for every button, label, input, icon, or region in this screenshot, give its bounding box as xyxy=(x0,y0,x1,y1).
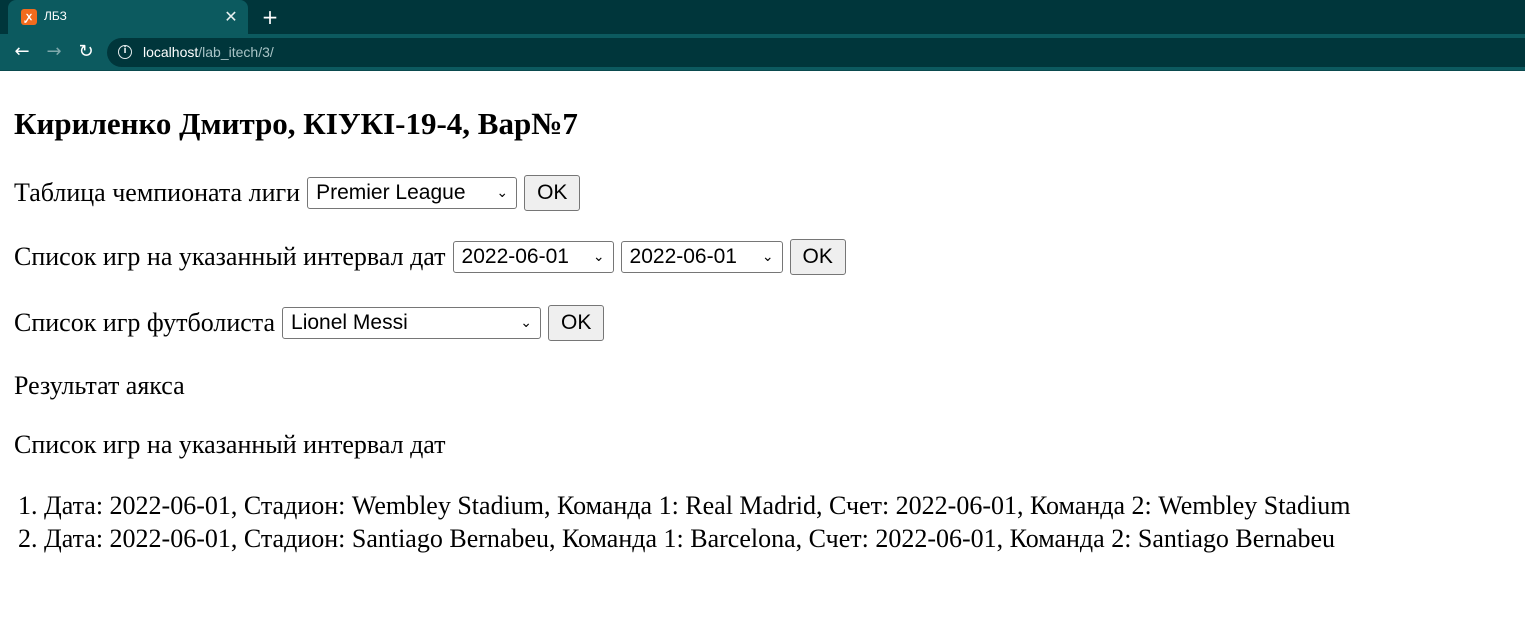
browser-toolbar: ← → ↻ i localhost/lab_itech/3/ xyxy=(0,34,1525,71)
new-tab-icon[interactable]: + xyxy=(258,5,282,29)
league-selected-value: Premier League xyxy=(316,181,466,204)
page-heading: Кириленко Дмитро, КІУКІ-19-4, Вар№7 xyxy=(14,106,578,141)
player-select[interactable]: Lionel Messi ⌄ xyxy=(282,307,542,339)
date-from-select[interactable]: 2022-06-01 ⌄ xyxy=(452,241,614,273)
chevron-down-icon: ⌄ xyxy=(520,315,533,331)
ajax-result-label: Результат аякса xyxy=(14,371,185,400)
games-list: Дата: 2022-06-01, Стадион: Wembley Stadi… xyxy=(14,489,1350,555)
date-interval-form: Список игр на указанный интервал дат 202… xyxy=(14,237,846,277)
info-icon[interactable]: i xyxy=(118,45,132,59)
url-path: /lab_itech/3/ xyxy=(198,44,274,60)
chevron-down-icon: ⌄ xyxy=(761,249,774,265)
reload-icon[interactable]: ↻ xyxy=(73,39,99,65)
xampp-icon: ꭙ xyxy=(21,9,37,25)
list-item: Дата: 2022-06-01, Стадион: Santiago Bern… xyxy=(44,522,1350,555)
player-label: Список игр футболиста xyxy=(14,308,276,337)
url-host: localhost xyxy=(143,44,199,60)
date-interval-label: Список игр на указанный интервал дат xyxy=(14,242,446,271)
date-to-value: 2022-06-01 xyxy=(629,245,737,268)
date-to-select[interactable]: 2022-06-01 ⌄ xyxy=(620,241,783,273)
address-bar[interactable]: i localhost/lab_itech/3/ xyxy=(107,38,1525,67)
player-games-form: Список игр футболиста Lionel Messi ⌄ OK xyxy=(14,303,605,343)
back-arrow-icon[interactable]: ← xyxy=(9,39,35,65)
close-tab-icon[interactable]: ✕ xyxy=(222,8,240,26)
dates-ok-button[interactable]: OK xyxy=(789,239,846,275)
league-select[interactable]: Premier League ⌄ xyxy=(307,177,518,209)
league-table-form: Таблица чемпионата лиги Premier League ⌄… xyxy=(14,173,581,213)
tab-title: ЛБЗ xyxy=(44,9,67,23)
result-title: Список игр на указанный интервал дат xyxy=(14,430,446,459)
chevron-down-icon: ⌄ xyxy=(592,249,605,265)
browser-tab[interactable]: ꭙ ЛБЗ ✕ xyxy=(8,0,248,34)
browser-tab-strip: ꭙ ЛБЗ ✕ + xyxy=(0,0,1525,34)
forward-arrow-icon[interactable]: → xyxy=(41,39,67,65)
league-ok-button[interactable]: OK xyxy=(524,175,581,211)
url-text: localhost/lab_itech/3/ xyxy=(143,44,274,60)
list-item: Дата: 2022-06-01, Стадион: Wembley Stadi… xyxy=(44,489,1350,522)
player-selected-value: Lionel Messi xyxy=(291,311,408,334)
chevron-down-icon: ⌄ xyxy=(496,185,509,201)
league-label: Таблица чемпионата лиги xyxy=(14,178,301,207)
player-ok-button[interactable]: OK xyxy=(548,305,605,341)
date-from-value: 2022-06-01 xyxy=(461,245,569,268)
